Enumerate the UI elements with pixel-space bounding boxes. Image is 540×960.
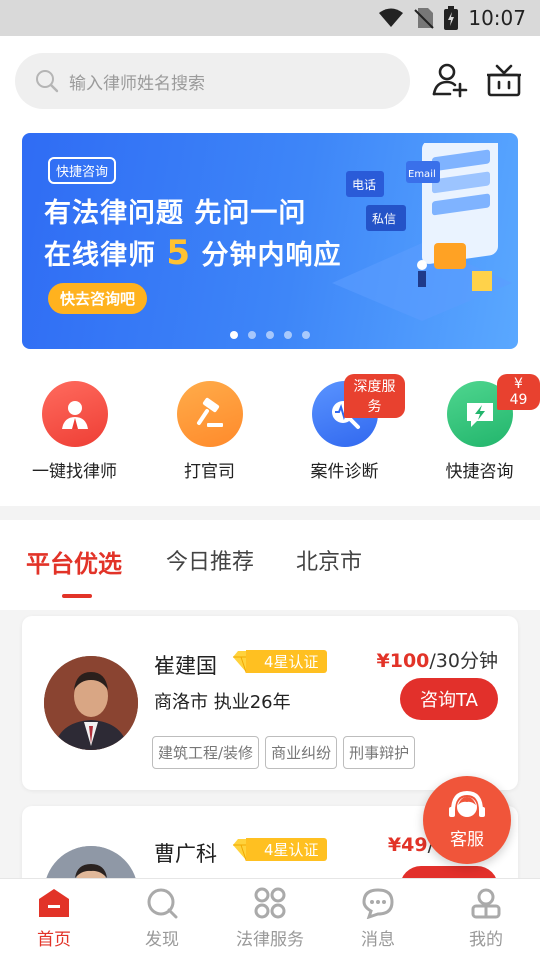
gift-icon[interactable] [484,60,524,100]
support-agent-icon [449,790,485,817]
specialty-tag: 刑事辩护 [343,736,416,769]
carousel-dot[interactable] [248,331,256,339]
consult-button[interactable]: 咨询TA [400,678,498,720]
carousel-dot[interactable] [230,331,238,339]
status-bar: 10:07 [0,0,540,36]
feature-quick-consult[interactable]: ¥ 49 快捷咨询 [419,374,540,482]
banner-headline: 有法律问题 先问一问 [44,198,307,229]
carousel-dots[interactable] [22,331,518,339]
discover-icon [147,888,178,919]
banner-tag: 快捷咨询 [48,157,117,184]
feature-case-diagnosis[interactable]: 深度服务 案件诊断 [284,374,405,482]
avatar [44,656,138,750]
tab-profile[interactable]: 我的 [432,879,540,960]
lawyer-name: 曹广科 [154,842,217,866]
bottom-tab-bar: 首页 发现 法律服务 消息 我的 [0,878,540,960]
active-tab-indicator [62,594,92,598]
search-bar[interactable]: 输入律师姓名搜索 [15,53,410,109]
no-sim-icon [414,8,435,29]
lawyer-person-icon [41,381,108,447]
carousel-dot[interactable] [302,331,310,339]
bubble-message: 私信 [372,212,396,226]
status-time: 10:07 [468,6,526,30]
banner-illustration: 电话 私信 Email [332,143,512,321]
home-icon [39,889,69,917]
profile-icon [471,888,501,919]
tab-discover[interactable]: 发现 [108,879,216,960]
consult-price: ¥100/30分钟 [376,650,498,672]
add-contact-icon[interactable] [430,60,470,100]
feature-label: 快捷咨询 [445,462,514,482]
message-icon [362,888,394,919]
tab-beijing[interactable]: 北京市 [296,544,362,576]
feature-lawsuit[interactable]: 打官司 [149,378,270,482]
banner-subheadline: 在线律师 5 分钟内响应 [44,233,342,273]
promo-banner[interactable]: 快捷咨询 有法律问题 先问一问 在线律师 5 分钟内响应 快去咨询吧 电话 私信… [22,133,518,349]
certification-badge: 4星认证 [232,649,327,673]
tab-messages[interactable]: 消息 [324,879,432,960]
bubble-phone: 电话 [352,178,376,192]
search-input[interactable]: 输入律师姓名搜索 [69,69,205,94]
tab-today-recommend[interactable]: 今日推荐 [166,544,254,576]
tab-platform-picks[interactable]: 平台优选 [26,544,122,579]
search-icon [36,70,59,93]
feature-grid: 一键找律师 打官司 深度服务 案件诊断 ¥ 49 快捷咨询 [0,374,540,482]
feature-find-lawyer[interactable]: 一键找律师 [14,378,135,482]
gavel-icon [176,381,243,447]
specialty-tag: 商业纠纷 [265,736,338,769]
customer-service-button[interactable]: 客服 [423,776,511,864]
banner-cta-button[interactable]: 快去咨询吧 [48,283,148,314]
header-area: 输入律师姓名搜索 快捷咨询 有法律问题 先问一问 在线律师 5 分钟内响应 快去… [0,36,540,506]
feature-label: 打官司 [184,462,235,482]
wifi-icon [379,8,404,27]
price-badge: ¥ 49 [497,374,540,410]
feature-label: 案件诊断 [310,462,379,482]
tab-home[interactable]: 首页 [0,879,108,960]
customer-service-label: 客服 [450,829,484,850]
lawyer-location-experience: 商洛市 执业26年 [154,692,291,713]
carousel-dot[interactable] [266,331,274,339]
specialty-tag: 建筑工程/装修 [152,736,260,769]
specialty-tags: 建筑工程/装修 商业纠纷 刑事辩护 [152,736,416,769]
lawyer-name: 崔建国 [154,654,217,678]
feature-label: 一键找律师 [32,462,117,482]
category-tabs: 平台优选 今日推荐 北京市 [0,520,540,610]
carousel-dot[interactable] [284,331,292,339]
certification-badge: 4星认证 [232,837,327,861]
battery-charging-icon [444,6,459,30]
bubble-email: Email [408,169,436,180]
deep-service-badge: 深度服务 [344,374,405,418]
tab-legal-services[interactable]: 法律服务 [216,879,324,960]
grid-services-icon [254,887,286,919]
lawyer-card[interactable]: 崔建国 4星认证 ¥100/30分钟 商洛市 执业26年 咨询TA 建筑工程/装… [22,616,518,790]
